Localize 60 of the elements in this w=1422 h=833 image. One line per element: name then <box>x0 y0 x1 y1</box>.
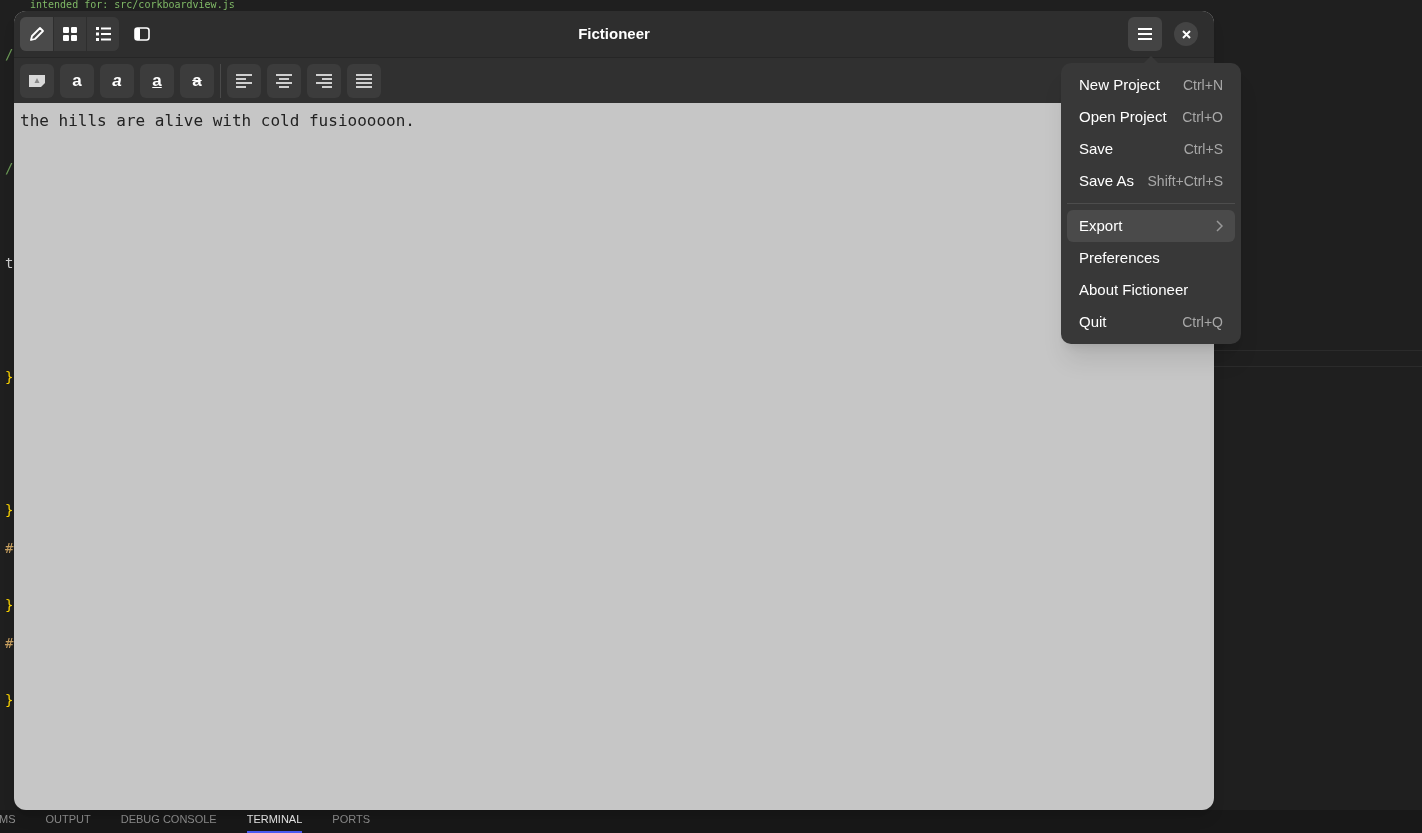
menu-item[interactable]: Export <box>1067 210 1235 242</box>
panel-tab[interactable]: DEBUG CONSOLE <box>120 811 217 833</box>
menu-item-label: Save <box>1079 138 1114 159</box>
code-fragment: } <box>5 691 14 710</box>
menu-item[interactable]: Open Project Ctrl+O <box>1067 101 1235 133</box>
align-center-icon <box>276 73 292 88</box>
shortcut-label: Ctrl+O <box>1182 107 1223 127</box>
note-icon <box>29 74 45 87</box>
panel-tab[interactable]: OUTPUT <box>45 811 91 833</box>
close-icon <box>1181 29 1191 39</box>
italic-button[interactable]: a <box>100 63 134 98</box>
shortcut-label: Shift+Ctrl+S <box>1147 171 1223 191</box>
menu-item[interactable]: About Fictioneer <box>1067 274 1235 306</box>
list-icon <box>95 27 111 41</box>
code-fragment: # <box>5 539 14 558</box>
note-button[interactable] <box>20 63 54 98</box>
align-left-icon <box>236 73 252 88</box>
code-comment: intended for: src/corkboardview.js <box>30 0 235 10</box>
menu-item-label: Export <box>1079 215 1123 236</box>
align-justify-button[interactable] <box>347 63 381 98</box>
align-right-button[interactable] <box>307 63 341 98</box>
menu-item-label: Open Project <box>1079 106 1167 127</box>
menu-item-label: Quit <box>1079 311 1107 332</box>
view-toggle-button[interactable] <box>20 17 53 51</box>
bold-button[interactable]: a <box>60 63 94 98</box>
strikethrough-button[interactable]: a <box>180 63 214 98</box>
menu-item[interactable]: Save As Shift+Ctrl+S <box>1067 165 1235 197</box>
shortcut-label: Ctrl+S <box>1183 139 1223 159</box>
align-left-button[interactable] <box>227 63 261 98</box>
menu-item-label: Save As <box>1079 170 1135 191</box>
sidebar-icon <box>134 27 150 41</box>
menu-item-label: Preferences <box>1079 247 1160 268</box>
pencil-icon <box>28 26 45 42</box>
code-fragment: # <box>5 634 14 653</box>
underline-button[interactable]: a <box>140 63 174 98</box>
code-fragment: } <box>5 368 14 387</box>
menu-item-label: New Project <box>1079 74 1160 95</box>
shortcut-label: Ctrl+Q <box>1182 312 1223 332</box>
main-menu-button[interactable] <box>1128 17 1162 51</box>
shortcut-label: Ctrl+N <box>1182 75 1223 95</box>
align-center-button[interactable] <box>267 63 301 98</box>
code-fragment: } <box>5 596 14 615</box>
panel-tab[interactable]: PORTS <box>332 811 371 833</box>
grid-icon <box>63 27 77 41</box>
menu-icon <box>1137 27 1153 41</box>
menu-item[interactable]: Save Ctrl+S <box>1067 133 1235 165</box>
code-fragment: t <box>5 254 14 273</box>
window-title: Fictioneer <box>578 23 650 44</box>
align-justify-icon <box>356 73 372 88</box>
panel-tab[interactable]: MS <box>0 811 16 833</box>
close-button[interactable] <box>1174 22 1198 46</box>
code-fragment: / <box>5 45 14 64</box>
align-right-icon <box>316 73 332 88</box>
menu-item[interactable]: New Project Ctrl+N <box>1067 69 1235 101</box>
code-fragment: / <box>5 159 14 178</box>
code-fragment: } <box>5 501 14 520</box>
document-text: the hills are alive with cold fusiooooon. <box>20 110 415 132</box>
menu-item-label: About Fictioneer <box>1079 279 1189 300</box>
menu-item[interactable]: Preferences <box>1067 242 1235 274</box>
menu-item[interactable]: Quit Ctrl+Q <box>1067 306 1235 338</box>
